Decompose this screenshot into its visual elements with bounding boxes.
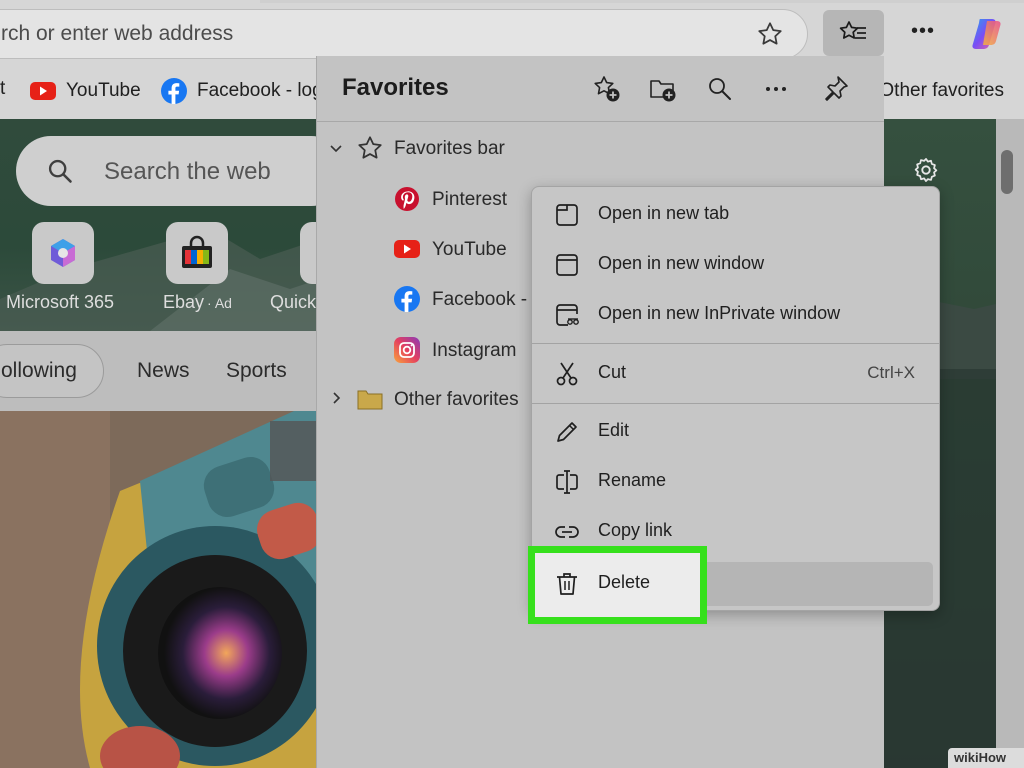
other-favorites-button[interactable]: Other favorites <box>884 78 1004 104</box>
rename-icon <box>554 469 580 495</box>
favorites-title: Favorites <box>342 74 449 101</box>
feed-image[interactable] <box>0 411 316 768</box>
microsoft365-icon <box>46 236 80 270</box>
app-label: Microsoft 365 <box>6 292 115 312</box>
menu-item-delete[interactable]: Delete <box>532 562 692 606</box>
menu-item-label: Cut <box>598 362 627 382</box>
menu-separator <box>532 403 939 404</box>
menu-item-cut[interactable]: Cut Ctrl+X <box>532 352 939 396</box>
bookmark-label: Facebook - log <box>197 80 319 101</box>
shopping-bag-icon <box>178 234 216 272</box>
tab-label: ollowing <box>1 359 77 382</box>
menu-separator <box>532 343 939 344</box>
add-folder-icon[interactable] <box>648 74 678 104</box>
pin-icon[interactable] <box>820 74 850 104</box>
scissors-icon <box>554 361 580 387</box>
tab-strip-edge <box>260 0 1024 3</box>
favorite-facebook[interactable]: Facebook - <box>432 289 527 311</box>
menu-item-open-new-window[interactable]: Open in new window <box>532 243 939 287</box>
ad-label: Ad <box>214 295 232 311</box>
folder-other-favorites[interactable]: Other favorites <box>394 389 519 411</box>
menu-item-label: Edit <box>598 420 630 440</box>
menu-item-label: Open in new window <box>598 253 765 273</box>
app-label: Quick <box>270 292 316 312</box>
favorite-pinterest[interactable]: Pinterest <box>432 189 507 211</box>
bookmark-cutoff: t <box>0 78 6 99</box>
menu-item-label: Open in new tab <box>598 203 730 223</box>
tab-following[interactable]: ollowing <box>0 344 104 398</box>
pinterest-icon <box>394 186 420 212</box>
page-scrollbar[interactable] <box>996 119 1024 768</box>
new-tab-icon <box>554 202 580 228</box>
menu-item-rename[interactable]: Rename <box>532 460 939 504</box>
tab-sports[interactable]: Sports <box>226 359 287 383</box>
menu-item-label: Open in new InPrivate window <box>598 303 841 323</box>
folder-favorites-bar[interactable]: Favorites bar <box>394 138 505 160</box>
facebook-icon <box>161 78 187 104</box>
menu-item-open-new-tab[interactable]: Open in new tab <box>532 193 939 237</box>
star-icon <box>356 134 384 162</box>
more-options-button[interactable]: ••• <box>908 20 938 48</box>
chevron-down-icon[interactable] <box>328 140 344 156</box>
bookmark-youtube[interactable]: YouTube <box>30 78 141 104</box>
favorite-youtube[interactable]: YouTube <box>432 239 507 261</box>
menu-item-label: Delete <box>598 572 651 592</box>
facebook-icon <box>394 286 420 312</box>
app-tile-ebay[interactable] <box>166 222 228 284</box>
search-placeholder: Search the web <box>104 158 271 185</box>
youtube-icon <box>30 82 56 100</box>
youtube-icon <box>394 240 420 258</box>
new-window-icon <box>554 252 580 278</box>
trash-icon <box>554 571 580 597</box>
address-bar-placeholder: rch or enter web address <box>1 22 234 45</box>
scrollbar-thumb[interactable] <box>1001 150 1013 194</box>
app-label: Ebay · Ad <box>163 292 232 312</box>
instagram-icon <box>394 337 420 363</box>
bookmark-facebook[interactable]: Facebook - log <box>161 78 319 104</box>
bookmark-label: YouTube <box>66 80 141 101</box>
favorites-icon <box>838 19 868 47</box>
chevron-right-icon[interactable] <box>328 390 344 406</box>
menu-item-shortcut: Ctrl+X <box>867 363 915 382</box>
folder-icon <box>356 387 384 411</box>
other-favorites-label: Other favorites <box>884 80 1004 101</box>
pane-divider <box>316 121 884 122</box>
search-icon <box>46 157 74 185</box>
search-favorites-icon[interactable] <box>705 74 735 104</box>
favorite-instagram[interactable]: Instagram <box>432 340 516 362</box>
watermark: wikiHow <box>948 748 1024 768</box>
inprivate-window-icon <box>554 302 580 328</box>
menu-item-label: Rename <box>598 470 667 490</box>
copilot-icon[interactable] <box>970 15 1006 51</box>
app-tile-microsoft365[interactable] <box>32 222 94 284</box>
add-favorite-icon[interactable] <box>592 74 622 104</box>
tab-news[interactable]: News <box>137 359 190 383</box>
link-icon <box>554 519 580 545</box>
menu-item-edit[interactable]: Edit <box>532 410 939 454</box>
menu-item-label: Copy link <box>598 520 673 540</box>
menu-item-open-inprivate[interactable]: Open in new InPrivate window <box>532 293 939 337</box>
star-icon[interactable] <box>756 20 784 48</box>
pencil-icon <box>554 419 580 445</box>
favorites-button[interactable] <box>823 10 884 56</box>
settings-gear-icon[interactable] <box>912 156 940 184</box>
address-bar[interactable]: rch or enter web address <box>0 9 808 59</box>
more-options-icon[interactable] <box>762 74 792 104</box>
